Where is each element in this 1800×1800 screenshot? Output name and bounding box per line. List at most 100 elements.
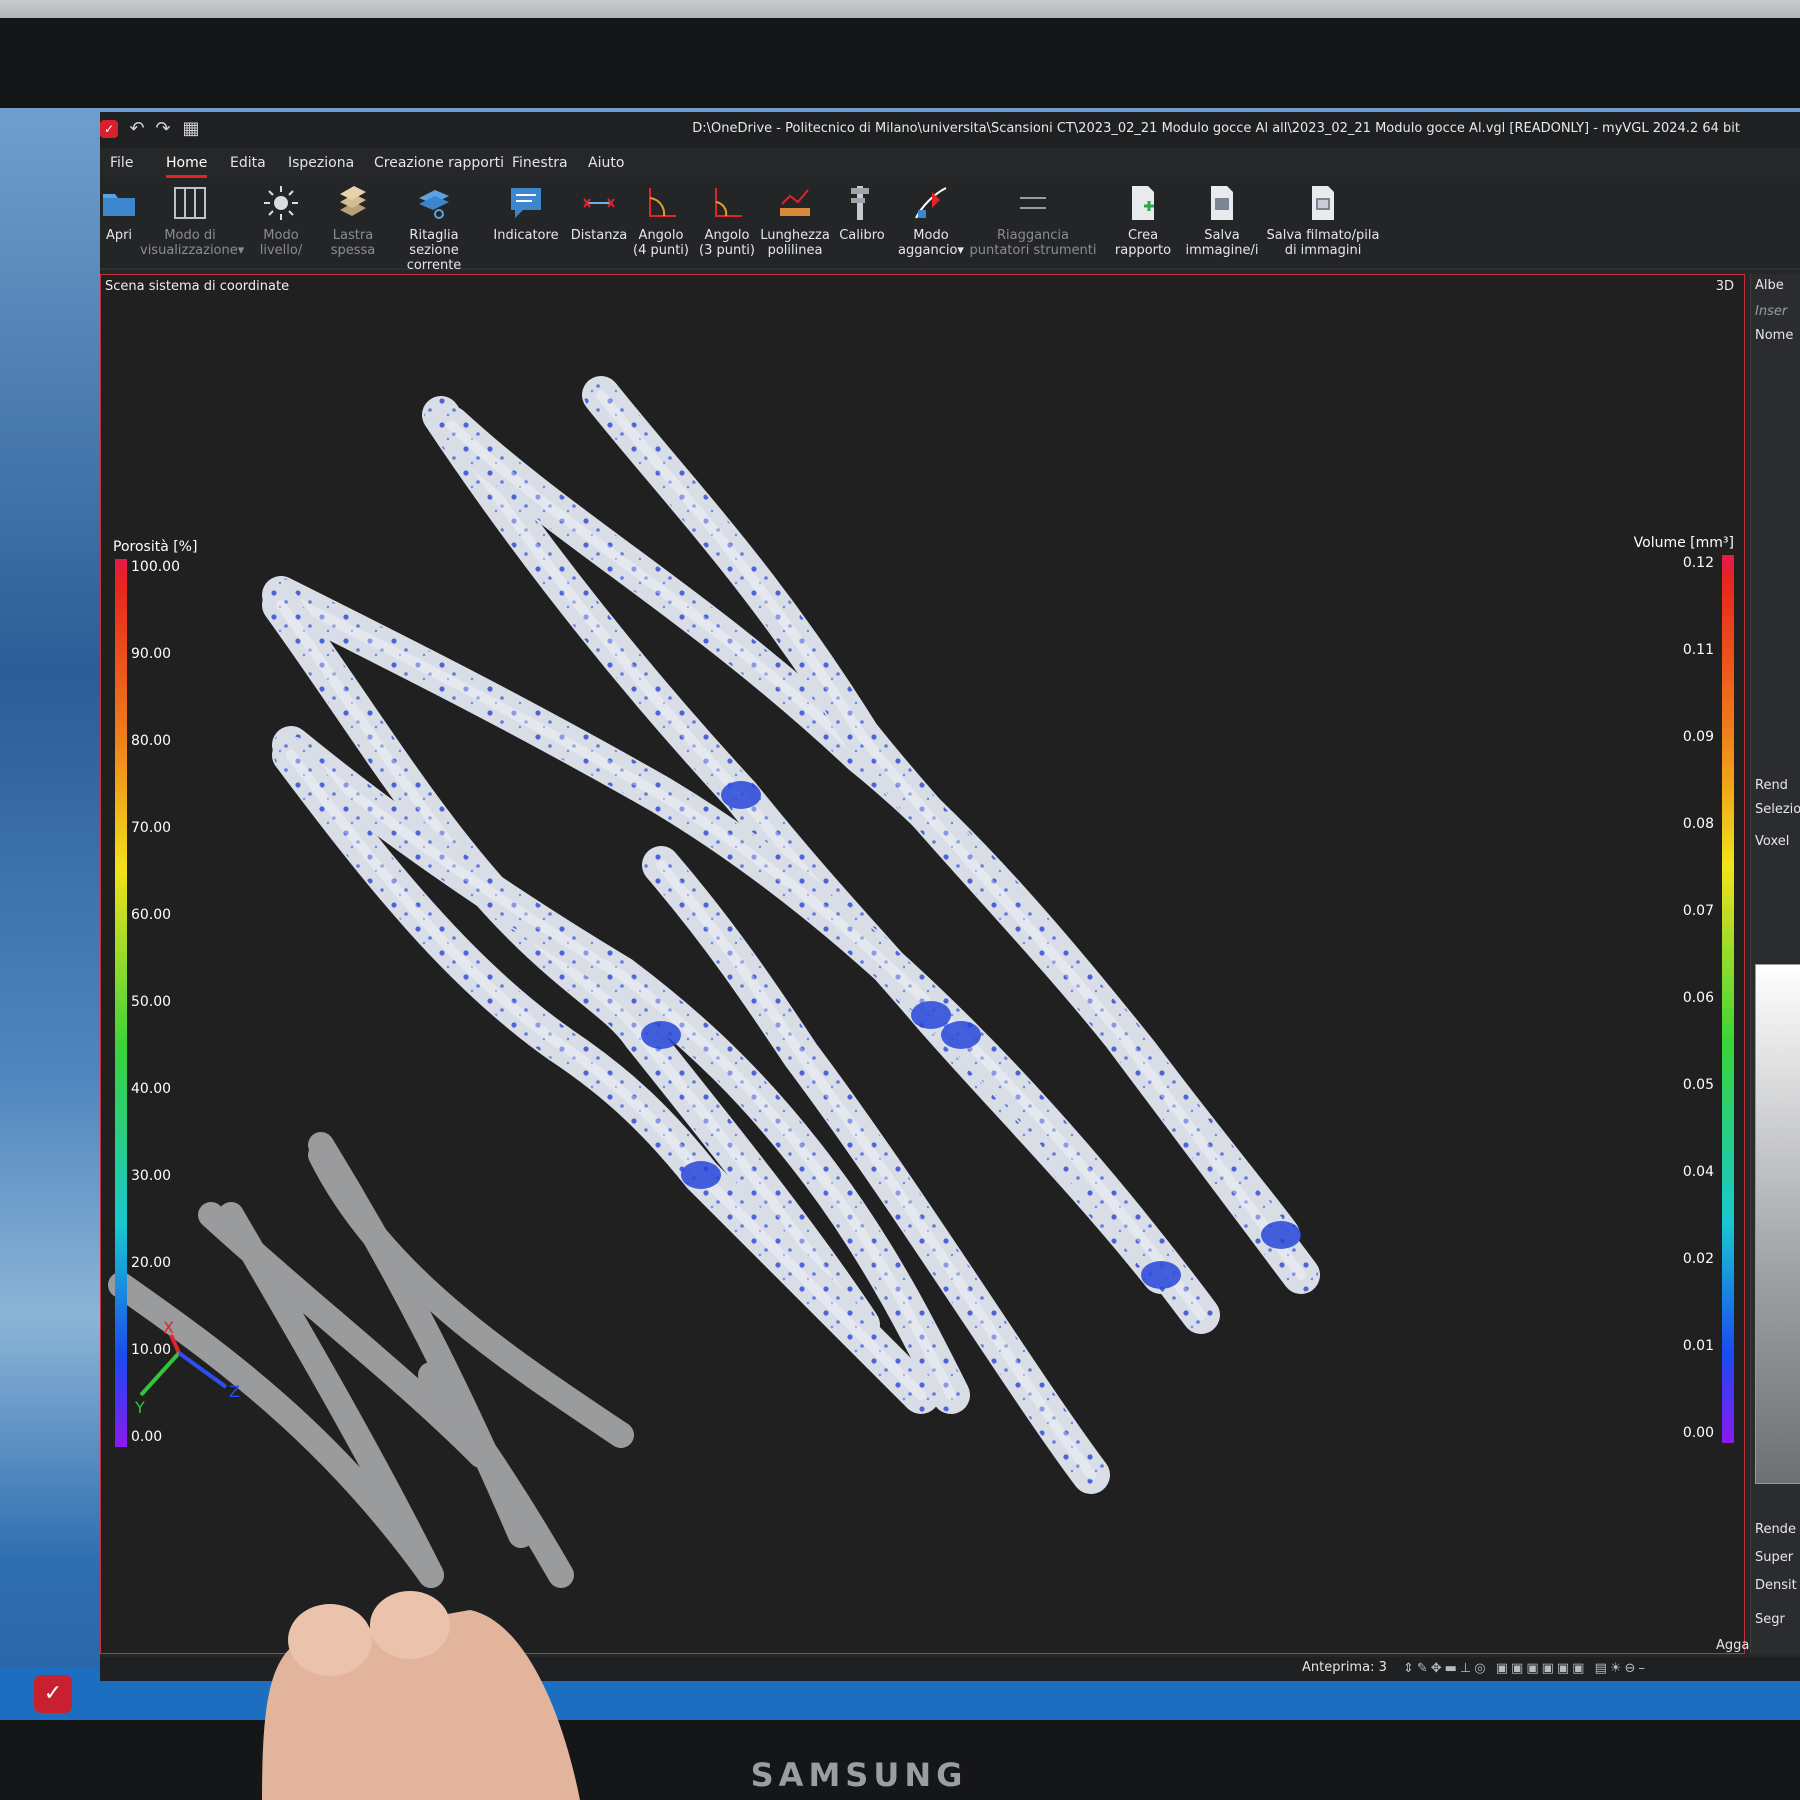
volume-tick: 0.00 (1682, 1425, 1714, 1441)
preview-level[interactable]: Anteprima: 3 (1302, 1660, 1387, 1675)
3d-viewport[interactable]: Scena sistema di coordinate 3D XYZ Poros… (100, 274, 1745, 1654)
status-toolbar-icons[interactable]: ⇕✎✥▬⊥◎ ▣▣▣▣▣▣ ▤☀⊖– (1403, 1661, 1648, 1676)
view-mode-button[interactable]: Modo di visualizzazione▾ (140, 184, 244, 270)
histogram-view[interactable] (1755, 964, 1800, 1484)
panel-header-render[interactable]: Rend (1755, 778, 1800, 793)
angle-4-points-label: Angolo (4 punti) (633, 228, 689, 258)
porosity-tick: 70.00 (131, 820, 172, 836)
caliper-button[interactable]: Calibro (834, 184, 890, 270)
folder-icon (103, 194, 135, 216)
taskbar-app-icon[interactable]: ✓ (34, 1675, 72, 1713)
view-mode-label: Modo di visualizzazione▾ (140, 228, 245, 258)
porosity-tick: 90.00 (131, 646, 172, 662)
snap-mode-button[interactable]: Modo aggancio▾ (890, 184, 972, 270)
panel-segmentation-header[interactable]: Segr (1755, 1612, 1800, 1627)
polyline-length-label: Lunghezza polilinea (760, 228, 830, 258)
report-icon (1132, 186, 1154, 220)
ct-volume-render: X Y Z (108, 376, 1320, 1588)
create-report-label: Crea rapporto (1114, 228, 1172, 258)
window-title: D:\OneDrive - Politecnico di Milano\univ… (692, 121, 1740, 136)
clip-icon (419, 190, 449, 219)
undo-icon[interactable]: ↶ (126, 118, 148, 140)
volume-tick: 0.06 (1682, 990, 1714, 1006)
pore-cluster (641, 1021, 681, 1049)
image-icon (1211, 186, 1233, 220)
physical-sample (108, 1132, 634, 1588)
clip-section-button[interactable]: Ritaglia sezione corrente (386, 184, 482, 273)
pore-cluster (1261, 1221, 1301, 1249)
porosity-tick: 100.00 (131, 559, 180, 575)
panel-column-name: Nome (1755, 328, 1794, 343)
porosity-tick: 60.00 (131, 907, 172, 923)
panel-search-input[interactable]: Inser (1755, 304, 1800, 319)
app-window: ✓ ↶ ↷ ▦ D:\OneDrive - Politecnico di Mil… (100, 112, 1800, 1681)
pore-cluster (721, 781, 761, 809)
axis-z-label: Z (229, 1382, 240, 1401)
indicator-label: Indicatore (493, 228, 559, 243)
angle-4-points-button[interactable]: Angolo (4 punti) (630, 184, 692, 270)
thick-slab-button[interactable]: Lastra spessa (320, 184, 386, 270)
pore-cluster (1141, 1261, 1181, 1289)
angle-3-points-label: Angolo (3 punti) (699, 228, 755, 258)
menu-bar: File Home Edita Ispeziona Creazione rapp… (100, 148, 1800, 178)
angle-3-points-button[interactable]: Angolo (3 punti) (696, 184, 758, 270)
volume-scale-title: Volume [mm³] (1633, 535, 1734, 551)
polyline-icon (780, 189, 810, 216)
menu-aiuto[interactable]: Aiuto (588, 155, 624, 171)
slab-icon (340, 186, 366, 216)
polyline-length-button[interactable]: Lunghezza polilinea (760, 184, 830, 270)
snap-icon (915, 187, 947, 219)
distance-button[interactable]: Distanza (568, 184, 630, 270)
sun-icon (264, 186, 298, 220)
menu-home[interactable]: Home (166, 155, 208, 178)
panel-voxel-tab[interactable]: Voxel (1755, 834, 1800, 849)
resnap-tools-label: Riaggancia puntatori strumenti (969, 228, 1097, 258)
level-mode-button[interactable]: Modo livello/ (250, 184, 312, 270)
open-label: Apri (105, 228, 133, 243)
menu-ispeziona[interactable]: Ispeziona (288, 155, 354, 171)
pore-cluster (941, 1021, 981, 1049)
axis-y-line (139, 1351, 181, 1397)
indicator-button[interactable]: Indicatore (488, 184, 564, 270)
panel-surface-item[interactable]: Super (1755, 1550, 1800, 1565)
clip-section-label: Ritaglia sezione corrente (406, 228, 462, 273)
panel-selection[interactable]: Selezio (1755, 802, 1800, 817)
panel-render-item[interactable]: Rende (1755, 1522, 1800, 1537)
porosity-tick: 80.00 (131, 733, 172, 749)
save-image-label: Salva immagine/i (1185, 228, 1259, 258)
save-movie-label: Salva filmato/pila di immagini (1266, 228, 1380, 258)
volume-tick: 0.12 (1682, 555, 1714, 571)
pore-cluster (911, 1001, 951, 1029)
save-movie-button[interactable]: Salva filmato/pila di immagini (1266, 184, 1380, 270)
save-image-button[interactable]: Salva immagine/i (1182, 184, 1262, 270)
distance-icon (583, 198, 615, 208)
level-mode-label: Modo livello/ (259, 228, 303, 258)
panel-header-scene-tree[interactable]: Albe (1755, 278, 1800, 293)
porosity-scale-title: Porosità [%] (113, 539, 198, 555)
open-button[interactable]: Apri (96, 184, 142, 270)
menu-creazione-rapporti[interactable]: Creazione rapporti (374, 155, 504, 171)
menu-file[interactable]: File (110, 155, 133, 171)
porosity-color-bar (115, 559, 127, 1447)
right-dock-panel: Albe Inser Nome Rend Selezio Voxel Rende… (1750, 274, 1800, 1654)
ribbon-toolbar: Apri Modo di visualizzazione▾ Modo livel… (100, 178, 1800, 273)
angle4-icon (649, 188, 676, 217)
layout-icon (174, 187, 206, 219)
menu-finestra[interactable]: Finestra (512, 155, 568, 171)
create-report-button[interactable]: Crea rapporto (1108, 184, 1178, 270)
volume-color-bar (1722, 555, 1734, 1443)
quick-access-grid-icon[interactable]: ▦ (180, 118, 202, 140)
snap-mode-label: Modo aggancio▾ (898, 228, 964, 258)
panel-density-item[interactable]: Densit (1755, 1578, 1800, 1593)
thick-slab-label: Lastra spessa (330, 228, 376, 258)
app-logo-icon: ✓ (100, 120, 118, 138)
menu-edita[interactable]: Edita (230, 155, 266, 171)
volume-tick: 0.04 (1682, 1164, 1714, 1180)
porosity-tick: 10.00 (131, 1342, 172, 1358)
axis-y-label: Y (134, 1398, 145, 1417)
resnap-tools-button[interactable]: Riaggancia puntatori strumenti (968, 184, 1098, 270)
redo-icon[interactable]: ↷ (152, 118, 174, 140)
axis-x-label: X (163, 1318, 174, 1337)
porosity-tick: 30.00 (131, 1168, 172, 1184)
volume-tick: 0.11 (1682, 642, 1714, 658)
